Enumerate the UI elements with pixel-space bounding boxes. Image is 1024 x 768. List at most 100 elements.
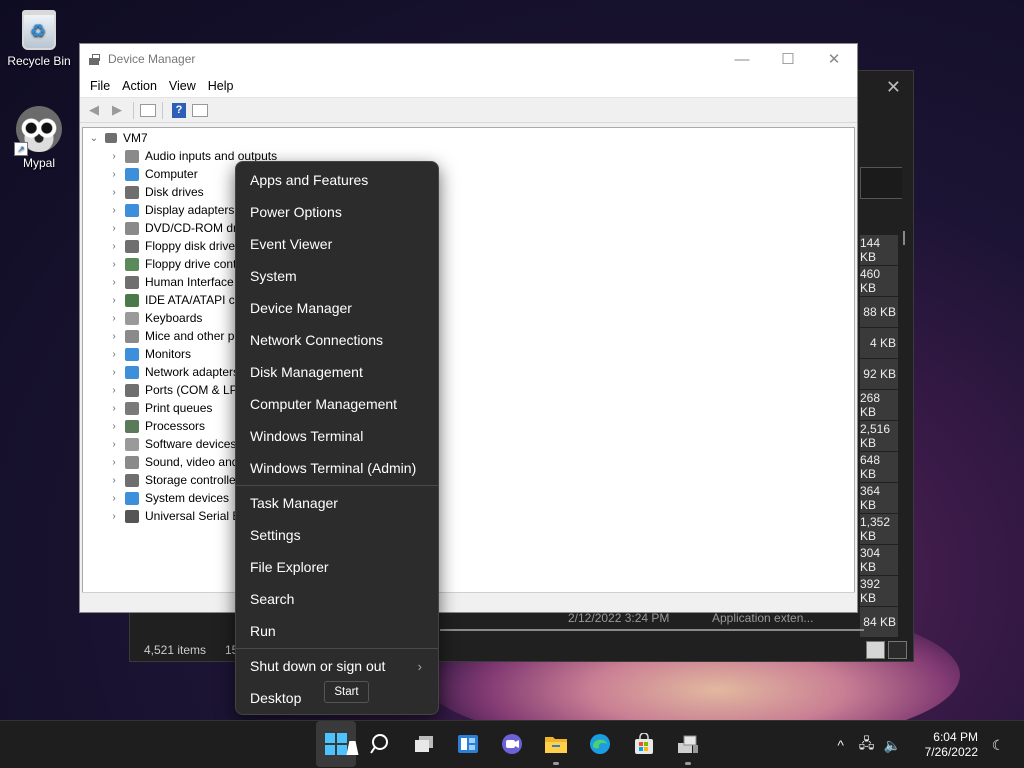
widgets-button[interactable]: [448, 721, 488, 767]
chevron-right-icon[interactable]: ›: [109, 331, 119, 342]
maximize-button[interactable]: ☐: [765, 44, 811, 74]
menu-item-apps-and-features[interactable]: Apps and Features: [236, 164, 438, 196]
horizontal-scrollbar[interactable]: [440, 629, 864, 631]
chevron-right-icon[interactable]: ›: [109, 349, 119, 360]
chevron-right-icon[interactable]: ›: [109, 421, 119, 432]
back-arrow-icon[interactable]: ◀: [84, 101, 104, 119]
menu-item-device-manager[interactable]: Device Manager: [236, 292, 438, 324]
tree-node[interactable]: › Software devices: [83, 435, 854, 453]
view-icon[interactable]: [192, 103, 208, 117]
edge-button[interactable]: [580, 721, 620, 767]
menu-item-power-options[interactable]: Power Options: [236, 196, 438, 228]
tree-node[interactable]: › Print queues: [83, 399, 854, 417]
chevron-right-icon[interactable]: ›: [109, 511, 119, 522]
menu-item-event-viewer[interactable]: Event Viewer: [236, 228, 438, 260]
menu-file[interactable]: File: [84, 79, 116, 93]
menu-item-windows-terminal[interactable]: Windows Terminal: [236, 420, 438, 452]
help-icon[interactable]: ?: [172, 102, 186, 118]
tree-node[interactable]: › Universal Serial Bu: [83, 507, 854, 525]
menu-action[interactable]: Action: [116, 79, 163, 93]
chevron-right-icon[interactable]: ›: [109, 187, 119, 198]
vertical-scrollbar[interactable]: [903, 231, 905, 245]
file-explorer-button[interactable]: [536, 721, 576, 767]
chevron-right-icon[interactable]: ›: [109, 259, 119, 270]
chevron-right-icon[interactable]: ›: [109, 223, 119, 234]
tree-node[interactable]: › Keyboards: [83, 309, 854, 327]
tree-root[interactable]: ⌄ VM7: [83, 129, 854, 147]
desktop-icon-recycle-bin[interactable]: Recycle Bin: [1, 10, 77, 68]
chevron-down-icon[interactable]: ⌄: [89, 133, 99, 144]
tree-node[interactable]: › Disk drives: [83, 183, 854, 201]
chat-button[interactable]: [492, 721, 532, 767]
size-cell: 84 KB: [860, 606, 898, 637]
store-button[interactable]: [624, 721, 664, 767]
menu-item-computer-management[interactable]: Computer Management: [236, 388, 438, 420]
tree-node[interactable]: › Sound, video and: [83, 453, 854, 471]
desktop-icon-mypal[interactable]: ↗ Mypal: [1, 106, 77, 170]
close-button[interactable]: ✕: [811, 44, 857, 74]
tree-node[interactable]: › DVD/CD-ROM dri: [83, 219, 854, 237]
menu-item-disk-management[interactable]: Disk Management: [236, 356, 438, 388]
tree-node[interactable]: › IDE ATA/ATAPI co: [83, 291, 854, 309]
menu-item-settings[interactable]: Settings: [236, 519, 438, 551]
tree-node[interactable]: › Monitors: [83, 345, 854, 363]
menu-help[interactable]: Help: [202, 79, 240, 93]
chevron-right-icon[interactable]: ›: [109, 403, 119, 414]
network-icon[interactable]: 🖧: [855, 733, 879, 757]
menu-item-task-manager[interactable]: Task Manager: [236, 487, 438, 519]
chevron-right-icon[interactable]: ›: [109, 493, 119, 504]
menu-item-windows-terminal-admin[interactable]: Windows Terminal (Admin): [236, 452, 438, 484]
tree-node[interactable]: › Ports (COM & LP: [83, 381, 854, 399]
chevron-right-icon[interactable]: ›: [109, 151, 119, 162]
close-icon[interactable]: ✕: [886, 77, 901, 98]
device-tree[interactable]: ⌄ VM7 › Audio inputs and outputs › Computer…: [82, 127, 855, 593]
chevron-right-icon[interactable]: ›: [109, 439, 119, 450]
tree-node-label: Sound, video and: [145, 455, 239, 469]
chevron-right-icon[interactable]: ›: [109, 385, 119, 396]
tree-node[interactable]: › Display adapters: [83, 201, 854, 219]
search-input[interactable]: [860, 167, 902, 199]
menu-item-network-connections[interactable]: Network Connections: [236, 324, 438, 356]
forward-arrow-icon[interactable]: ▶: [107, 101, 127, 119]
chevron-right-icon[interactable]: ›: [109, 169, 119, 180]
tree-node[interactable]: › Audio inputs and outputs: [83, 147, 854, 165]
chevron-right-icon[interactable]: ›: [109, 205, 119, 216]
chevron-right-icon[interactable]: ›: [109, 277, 119, 288]
menu-item-file-explorer[interactable]: File Explorer: [236, 551, 438, 583]
chevron-right-icon[interactable]: ›: [109, 241, 119, 252]
tiles-view-button[interactable]: [888, 641, 907, 659]
details-view-button[interactable]: [866, 641, 885, 659]
chevron-up-icon[interactable]: ^: [829, 737, 853, 753]
menu-item-run[interactable]: Run: [236, 615, 438, 647]
task-view-button[interactable]: [404, 721, 444, 767]
properties-icon[interactable]: [140, 103, 156, 117]
device-category-icon: [125, 365, 139, 379]
menu-item-shutdown[interactable]: Shut down or sign out ›: [236, 650, 438, 682]
menu-view[interactable]: View: [163, 79, 202, 93]
device-category-icon: [125, 473, 139, 487]
volume-icon[interactable]: 🔈: [881, 737, 905, 754]
chevron-right-icon[interactable]: ›: [109, 457, 119, 468]
chevron-right-icon[interactable]: ›: [109, 295, 119, 306]
tree-node[interactable]: › Network adapters: [83, 363, 854, 381]
tree-node[interactable]: › Processors: [83, 417, 854, 435]
clock[interactable]: 6:04 PM 7/26/2022: [925, 730, 978, 760]
tree-node[interactable]: › Floppy drive cont: [83, 255, 854, 273]
tree-node[interactable]: › System devices: [83, 489, 854, 507]
tree-node[interactable]: › Computer: [83, 165, 854, 183]
menu-item-system[interactable]: System: [236, 260, 438, 292]
chevron-right-icon[interactable]: ›: [109, 367, 119, 378]
tree-node[interactable]: › Human Interface: [83, 273, 854, 291]
chevron-right-icon[interactable]: ›: [109, 475, 119, 486]
device-manager-taskbar-button[interactable]: [668, 721, 708, 767]
chevron-right-icon[interactable]: ›: [109, 313, 119, 324]
device-manager-window[interactable]: Device Manager — ☐ ✕ File Action View He…: [79, 43, 858, 613]
minimize-button[interactable]: —: [719, 44, 765, 74]
title-bar[interactable]: Device Manager — ☐ ✕: [80, 44, 857, 74]
menu-item-search[interactable]: Search: [236, 583, 438, 615]
tree-node[interactable]: › Storage controlle: [83, 471, 854, 489]
search-button[interactable]: [360, 721, 400, 767]
focus-assist-moon-icon[interactable]: ☾: [986, 737, 1010, 754]
tree-node[interactable]: › Mice and other po: [83, 327, 854, 345]
tree-node[interactable]: › Floppy disk drives: [83, 237, 854, 255]
